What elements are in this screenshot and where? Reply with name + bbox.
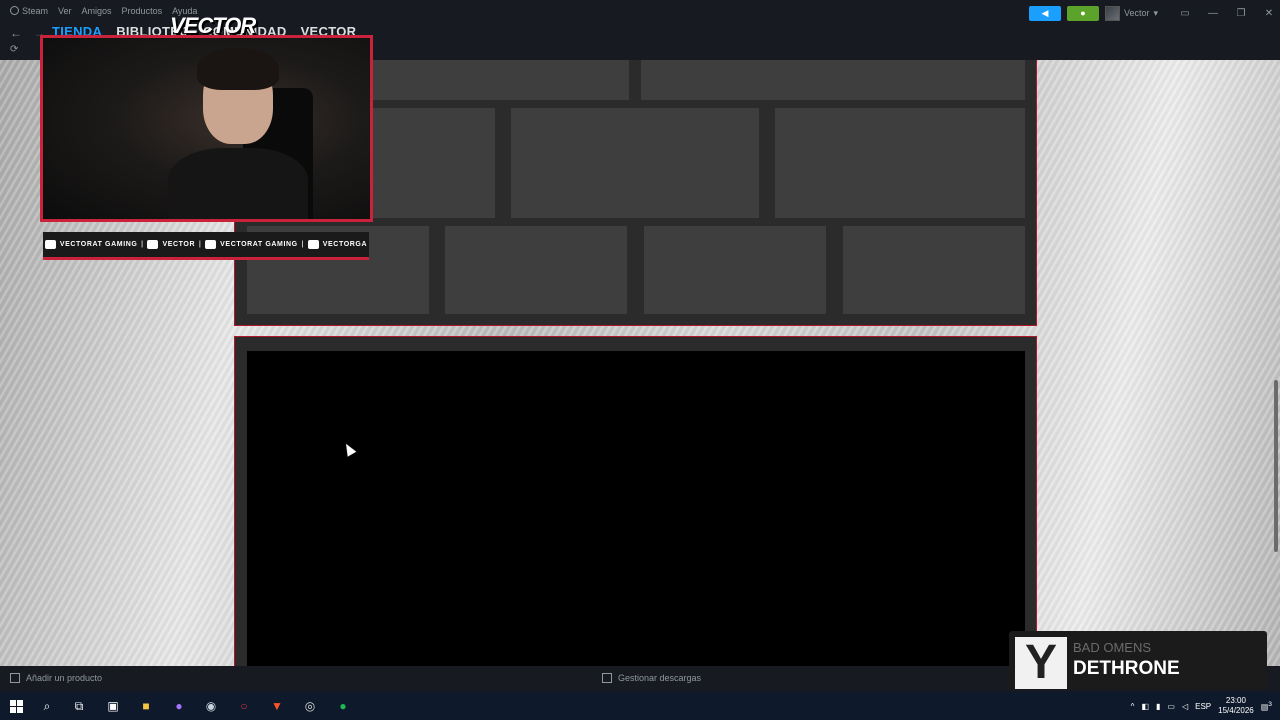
task-view-icon[interactable]: ⧉ xyxy=(70,697,88,715)
network-icon[interactable]: ▭ xyxy=(1167,702,1175,711)
hair xyxy=(197,48,279,90)
social-twitter: VECTORAT GAMING xyxy=(205,240,298,249)
security-icon[interactable]: ◧ xyxy=(1141,702,1149,711)
discord-icon[interactable]: ● xyxy=(170,697,188,715)
username: Vector xyxy=(1123,8,1150,18)
placeholder-tile[interactable] xyxy=(641,60,1025,100)
youtube-icon xyxy=(44,240,56,249)
time: 23:00 xyxy=(1225,696,1246,705)
placeholder-tile[interactable] xyxy=(843,226,1025,314)
add-product-button[interactable]: Añadir un producto xyxy=(10,673,102,683)
separator: | xyxy=(141,241,144,248)
notifications-button[interactable]: ● xyxy=(1066,5,1099,21)
system-tray: ^ ◧ ▮ ▭ ◁ ESP 23:00 15/4/2026 ▤3 xyxy=(1131,692,1280,720)
reload-icon[interactable]: ⟳ xyxy=(10,44,18,55)
avatar xyxy=(1104,5,1120,21)
close-icon[interactable]: ✕ xyxy=(1258,8,1280,19)
back-arrow-icon[interactable]: ← xyxy=(10,26,22,40)
language-indicator[interactable]: ESP xyxy=(1195,702,1211,711)
track-title: DETHRONE xyxy=(1073,658,1180,679)
restore-icon[interactable]: ❐ xyxy=(1230,8,1252,19)
manage-downloads-label: Gestionar descargas xyxy=(618,673,702,683)
volume-icon[interactable]: ◁ xyxy=(1182,702,1188,711)
chevron-down-icon: ▾ xyxy=(1153,7,1158,18)
now-playing-widget: BAD OMENS DETHRONE xyxy=(1009,631,1267,689)
placeholder-tile[interactable] xyxy=(445,226,627,314)
menu-item-ver[interactable]: Ver xyxy=(58,6,72,16)
announcements-button[interactable]: ◀ xyxy=(1028,5,1061,21)
steam-menu[interactable]: Steam xyxy=(10,6,48,16)
separator: | xyxy=(301,241,305,248)
clock[interactable]: 23:00 15/4/2026 xyxy=(1218,696,1254,716)
windows-taskbar: ⌕ ⧉ ▣ ■ ● ◉ ○ ▼ ◎ ● ^ ◧ ▮ ▭ ◁ ESP 23:00 … xyxy=(0,692,1280,720)
start-button[interactable] xyxy=(7,697,25,715)
minimize-icon[interactable]: — xyxy=(1202,8,1224,19)
notification-center-icon[interactable]: ▤3 xyxy=(1261,701,1272,712)
brave-icon[interactable]: ▼ xyxy=(268,697,286,715)
manage-downloads-button[interactable]: Gestionar descargas xyxy=(602,673,701,683)
social-links-bar: VECTORAT GAMING | VECTOR | VECTORAT GAMI… xyxy=(43,232,369,260)
add-product-label: Añadir un producto xyxy=(26,673,103,683)
megaphone-icon: ◀ xyxy=(1041,7,1049,18)
top-right-controls: ◀ ● Vector ▾ ▭ — ❐ ✕ xyxy=(1028,4,1280,22)
steam-taskbar-icon[interactable]: ◉ xyxy=(202,697,220,715)
microphone-icon[interactable]: ▮ xyxy=(1156,702,1160,711)
twitter-icon xyxy=(205,240,217,249)
twitch-icon xyxy=(147,240,159,249)
chevron-up-icon[interactable]: ^ xyxy=(1131,702,1135,711)
torso xyxy=(168,148,308,219)
app-icon[interactable]: ▣ xyxy=(104,697,122,715)
steam-icon xyxy=(10,6,19,15)
big-picture-icon[interactable]: ▭ xyxy=(1174,8,1196,19)
social-youtube: VECTORAT GAMING xyxy=(44,240,138,249)
placeholder-tile[interactable] xyxy=(644,226,826,314)
opera-icon[interactable]: ○ xyxy=(235,697,253,715)
streamer-figure xyxy=(168,48,313,219)
user-menu[interactable]: Vector ▾ xyxy=(1104,5,1158,21)
separator: | xyxy=(198,241,202,248)
instagram-icon xyxy=(307,240,319,249)
webcam-overlay xyxy=(40,35,373,222)
download-icon xyxy=(602,673,612,683)
date: 15/4/2026 xyxy=(1218,706,1254,715)
file-explorer-icon[interactable]: ■ xyxy=(137,697,155,715)
scrollbar[interactable] xyxy=(1274,380,1278,552)
album-art xyxy=(1015,637,1067,689)
placeholder-tile[interactable] xyxy=(775,108,1025,218)
menu-item-amigos[interactable]: Amigos xyxy=(82,6,112,16)
streamer-logo: VECTOR xyxy=(170,13,256,38)
social-twitch: VECTOR xyxy=(147,240,195,249)
windows-icon xyxy=(9,699,23,713)
video-area[interactable] xyxy=(247,351,1025,666)
artist-name: BAD OMENS xyxy=(1073,640,1152,655)
bell-icon: ● xyxy=(1080,8,1086,18)
social-instagram: VECTORGA xyxy=(307,240,367,249)
obs-icon[interactable]: ◎ xyxy=(301,697,319,715)
plus-icon xyxy=(10,673,20,683)
search-icon[interactable]: ⌕ xyxy=(38,697,56,715)
notification-count: 3 xyxy=(1268,700,1272,708)
featured-video-panel xyxy=(234,336,1037,666)
spotify-icon[interactable]: ● xyxy=(334,697,352,715)
placeholder-tile[interactable] xyxy=(511,108,759,218)
menu-item-productos[interactable]: Productos xyxy=(122,6,163,16)
